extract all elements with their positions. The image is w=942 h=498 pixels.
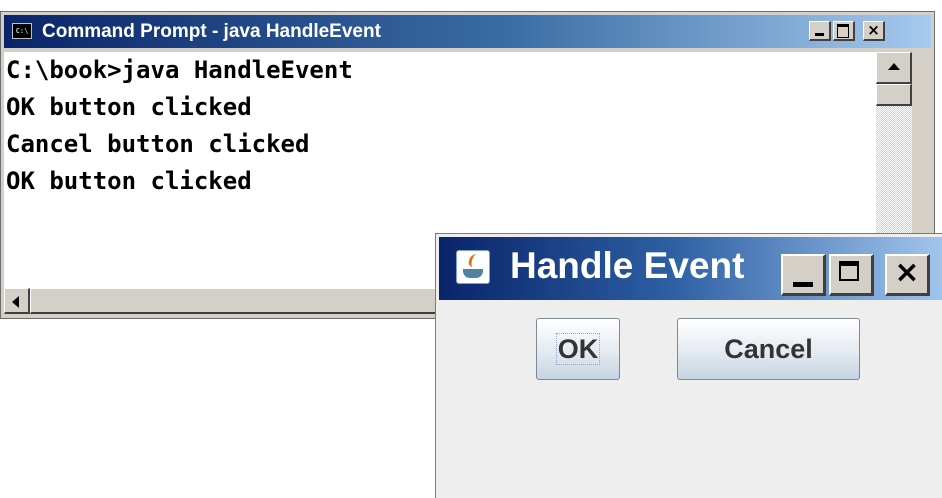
handle-event-window: Handle Event × OK Cancel (435, 233, 942, 498)
scroll-left-button[interactable] (4, 288, 30, 314)
close-button[interactable]: × (863, 21, 885, 41)
command-prompt-titlebar[interactable]: C:\ Command Prompt - java HandleEvent × (4, 15, 931, 48)
minimize-button[interactable] (781, 254, 826, 296)
console-line: OK button clicked (6, 167, 252, 195)
console-line: C:\book>java HandleEvent (6, 56, 353, 84)
cancel-button[interactable]: Cancel (677, 318, 860, 380)
ok-button-label: OK (555, 333, 601, 365)
maximize-button[interactable] (829, 254, 874, 296)
console-line: Cancel button clicked (6, 130, 310, 158)
console-line: OK button clicked (6, 93, 252, 121)
java-cup-icon (456, 250, 490, 284)
window-title: Command Prompt - java HandleEvent (42, 21, 381, 42)
window-title: Handle Event (510, 245, 745, 286)
maximize-button[interactable] (833, 21, 855, 41)
close-button[interactable]: × (885, 254, 930, 296)
minimize-button[interactable] (809, 21, 831, 41)
vertical-scroll-thumb[interactable] (876, 84, 912, 106)
console-icon: C:\ (12, 23, 32, 39)
scroll-up-button[interactable] (876, 52, 912, 84)
handle-event-titlebar[interactable]: Handle Event × (439, 237, 942, 300)
horizontal-scroll-thumb[interactable] (30, 288, 450, 314)
ok-button[interactable]: OK (536, 318, 620, 380)
